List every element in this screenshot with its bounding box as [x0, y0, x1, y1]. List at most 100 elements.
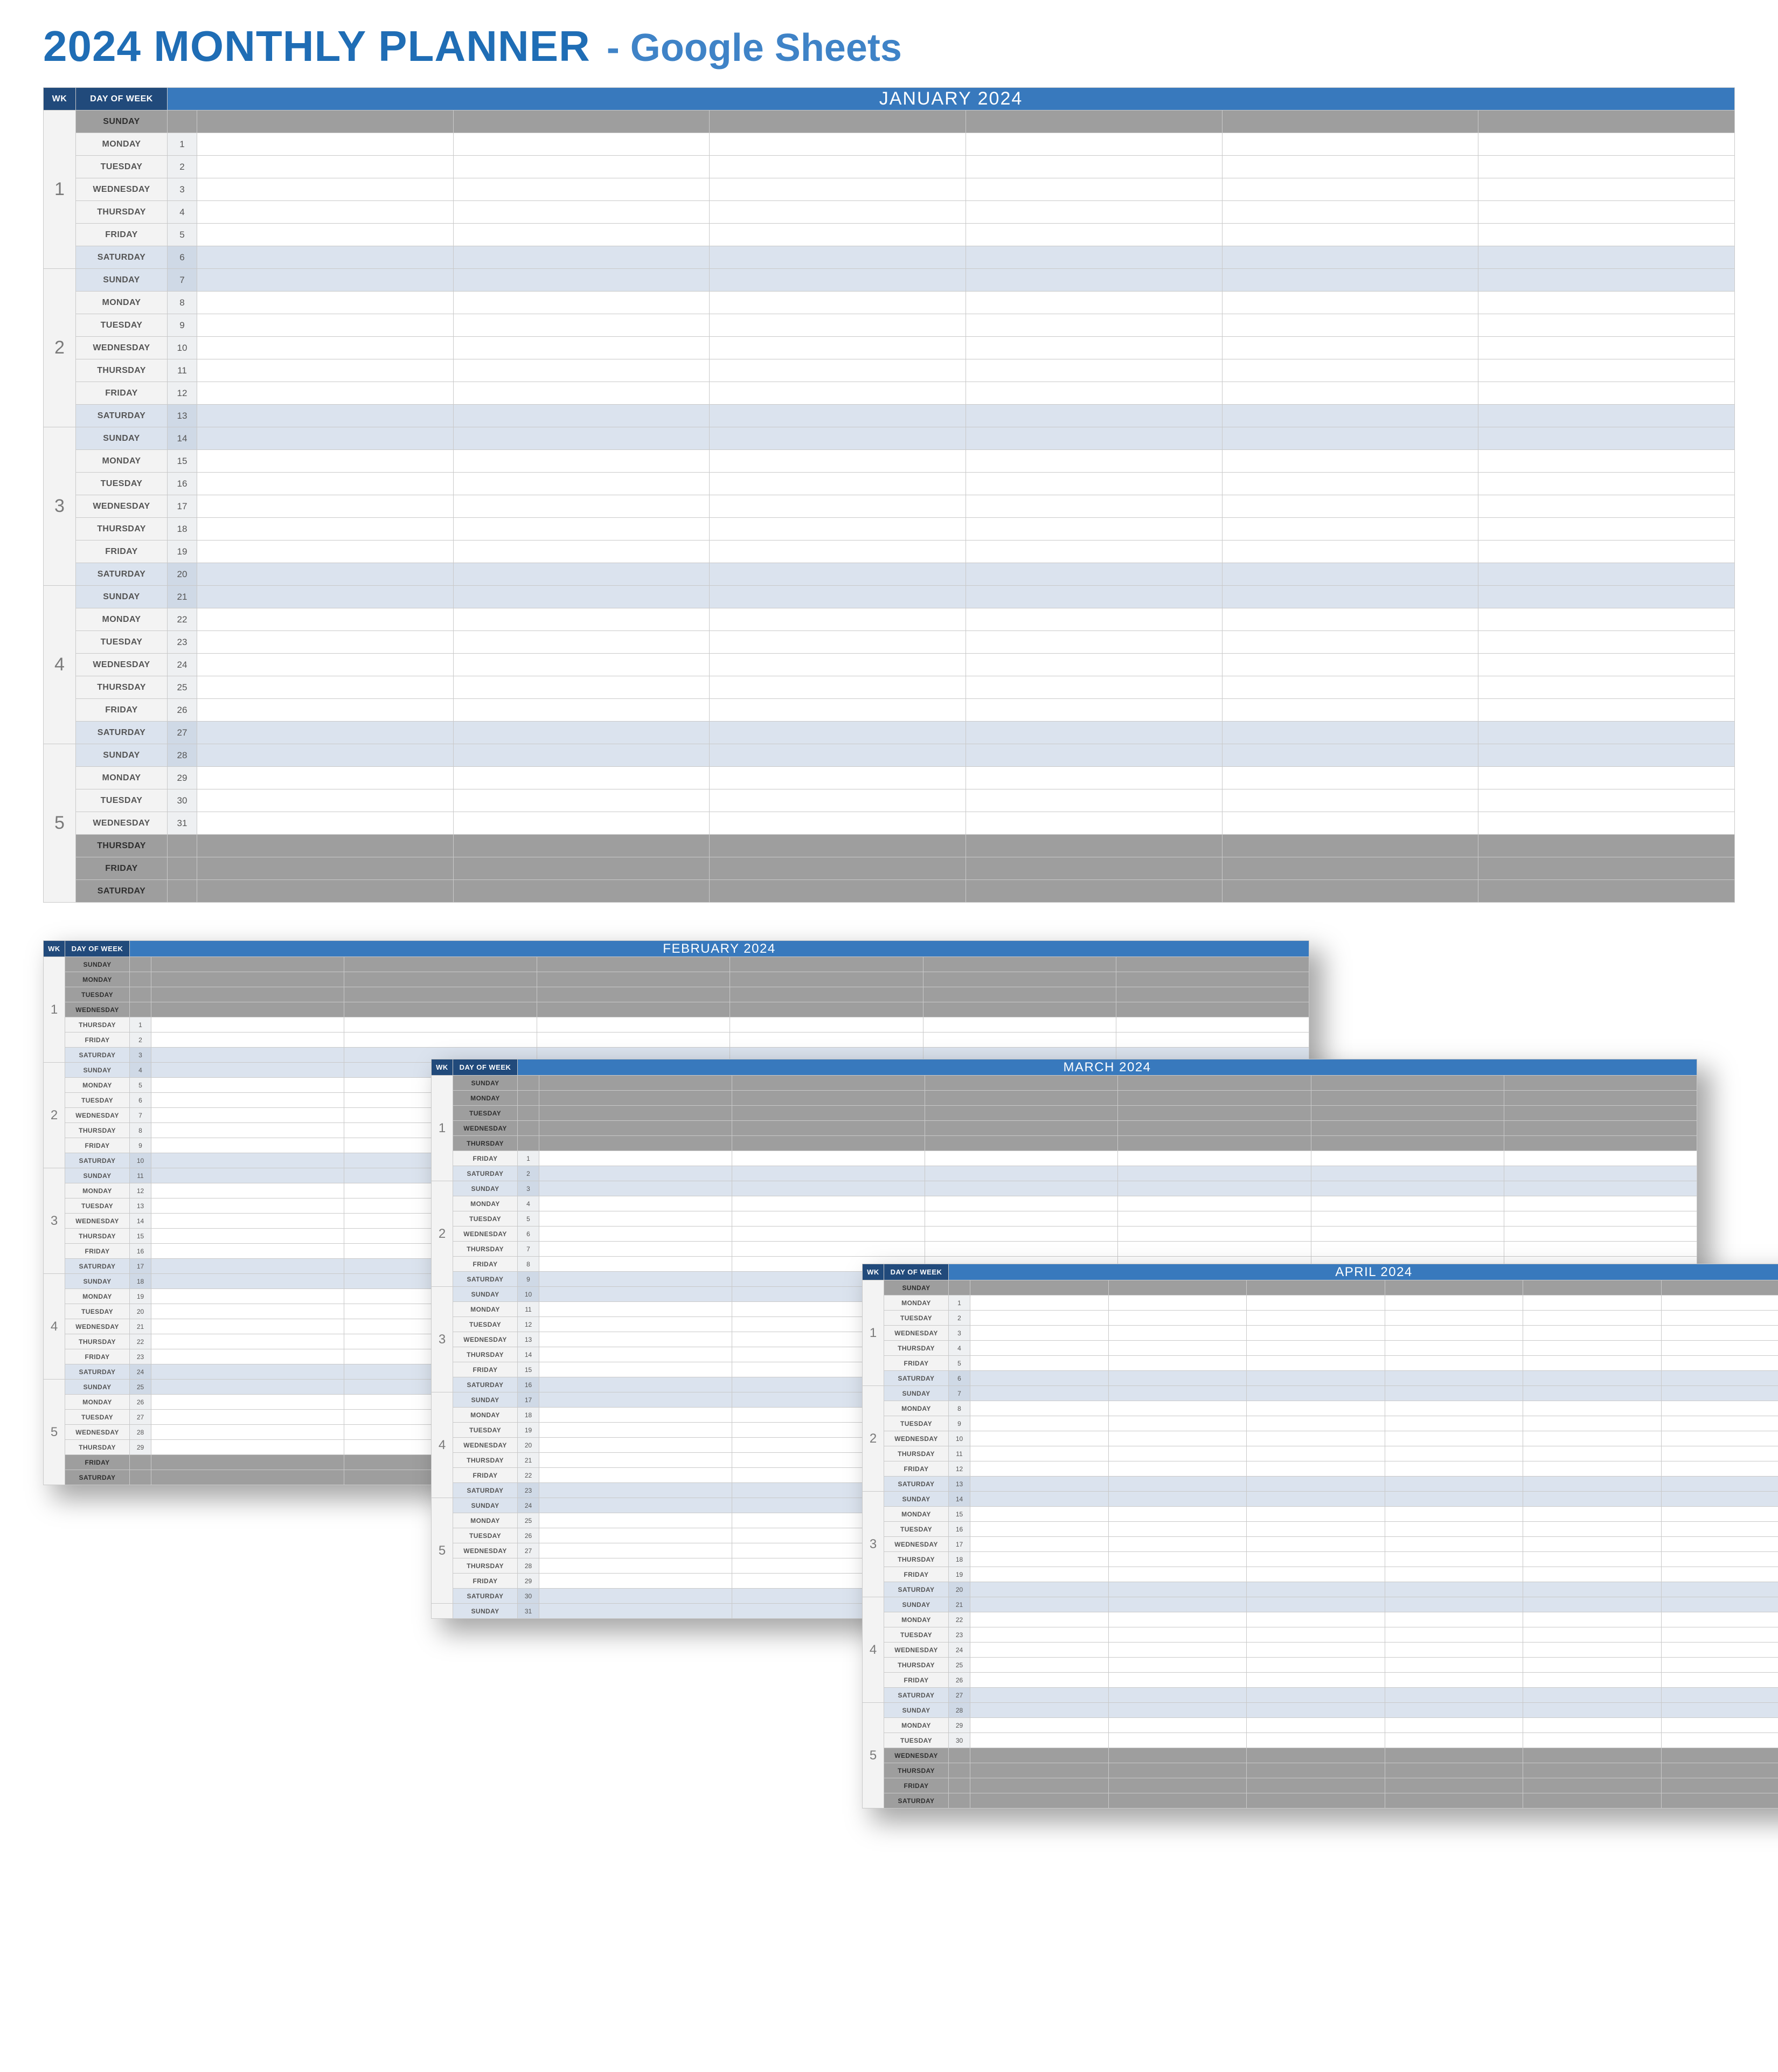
planner-slot[interactable] — [1523, 1793, 1662, 1808]
planner-slot[interactable] — [966, 133, 1222, 156]
planner-slot[interactable] — [1311, 1091, 1504, 1106]
planner-slot[interactable] — [1523, 1673, 1662, 1688]
planner-slot[interactable] — [1247, 1311, 1385, 1326]
planner-slot[interactable] — [1247, 1612, 1385, 1627]
planner-slot[interactable] — [1222, 835, 1478, 857]
planner-slot[interactable] — [966, 835, 1222, 857]
planner-slot[interactable] — [710, 880, 966, 903]
planner-slot[interactable] — [1247, 1371, 1385, 1386]
planner-slot[interactable] — [710, 835, 966, 857]
planner-slot[interactable] — [710, 450, 966, 473]
planner-slot[interactable] — [966, 359, 1222, 382]
planner-slot[interactable] — [1478, 337, 1735, 359]
planner-slot[interactable] — [1222, 812, 1478, 835]
planner-slot[interactable] — [1523, 1627, 1662, 1643]
planner-slot[interactable] — [1661, 1612, 1778, 1627]
planner-slot[interactable] — [1222, 405, 1478, 427]
planner-slot[interactable] — [1385, 1748, 1523, 1763]
planner-slot[interactable] — [710, 540, 966, 563]
planner-slot[interactable] — [970, 1658, 1109, 1673]
planner-slot[interactable] — [537, 957, 730, 972]
planner-slot[interactable] — [970, 1446, 1109, 1461]
planner-slot[interactable] — [1523, 1597, 1662, 1612]
planner-slot[interactable] — [453, 405, 710, 427]
planner-slot[interactable] — [966, 518, 1222, 540]
planner-slot[interactable] — [197, 563, 454, 586]
planner-slot[interactable] — [1385, 1763, 1523, 1778]
planner-slot[interactable] — [539, 1438, 732, 1453]
planner-slot[interactable] — [453, 133, 710, 156]
planner-slot[interactable] — [1523, 1295, 1662, 1311]
planner-slot[interactable] — [151, 1380, 344, 1395]
planner-slot[interactable] — [710, 767, 966, 789]
planner-slot[interactable] — [1222, 631, 1478, 654]
planner-slot[interactable] — [1661, 1643, 1778, 1658]
planner-slot[interactable] — [710, 201, 966, 224]
planner-slot[interactable] — [1385, 1431, 1523, 1446]
planner-slot[interactable] — [197, 314, 454, 337]
planner-slot[interactable] — [970, 1416, 1109, 1431]
planner-slot[interactable] — [151, 957, 344, 972]
planner-slot[interactable] — [151, 1048, 344, 1063]
planner-slot[interactable] — [539, 1272, 732, 1287]
planner-slot[interactable] — [966, 450, 1222, 473]
planner-slot[interactable] — [1108, 1356, 1247, 1371]
planner-slot[interactable] — [732, 1136, 925, 1151]
planner-slot[interactable] — [1385, 1356, 1523, 1371]
planner-slot[interactable] — [1108, 1793, 1247, 1808]
planner-slot[interactable] — [453, 178, 710, 201]
planner-slot[interactable] — [1247, 1477, 1385, 1492]
planner-slot[interactable] — [1108, 1416, 1247, 1431]
planner-slot[interactable] — [1523, 1658, 1662, 1673]
planner-slot[interactable] — [151, 1440, 344, 1455]
planner-slot[interactable] — [197, 518, 454, 540]
planner-slot[interactable] — [1478, 224, 1735, 246]
planner-slot[interactable] — [1478, 359, 1735, 382]
planner-slot[interactable] — [539, 1347, 732, 1362]
planner-slot[interactable] — [1661, 1748, 1778, 1763]
planner-slot[interactable] — [966, 722, 1222, 744]
planner-slot[interactable] — [1661, 1386, 1778, 1401]
planner-slot[interactable] — [1661, 1688, 1778, 1703]
planner-slot[interactable] — [1116, 972, 1309, 987]
planner-slot[interactable] — [710, 789, 966, 812]
planner-slot[interactable] — [1247, 1718, 1385, 1733]
planner-slot[interactable] — [1108, 1567, 1247, 1582]
planner-slot[interactable] — [344, 1017, 537, 1032]
planner-slot[interactable] — [197, 382, 454, 405]
planner-slot[interactable] — [1247, 1763, 1385, 1778]
planner-slot[interactable] — [197, 405, 454, 427]
planner-slot[interactable] — [732, 1166, 925, 1181]
planner-slot[interactable] — [966, 337, 1222, 359]
planner-slot[interactable] — [1108, 1718, 1247, 1733]
planner-slot[interactable] — [1385, 1643, 1523, 1658]
planner-slot[interactable] — [1222, 563, 1478, 586]
planner-slot[interactable] — [1116, 1032, 1309, 1048]
planner-slot[interactable] — [197, 156, 454, 178]
planner-slot[interactable] — [1661, 1446, 1778, 1461]
planner-slot[interactable] — [1385, 1522, 1523, 1537]
planner-slot[interactable] — [151, 972, 344, 987]
planner-slot[interactable] — [1523, 1492, 1662, 1507]
planner-slot[interactable] — [1247, 1401, 1385, 1416]
planner-slot[interactable] — [1108, 1582, 1247, 1597]
planner-slot[interactable] — [151, 1259, 344, 1274]
planner-slot[interactable] — [925, 1076, 1118, 1091]
planner-slot[interactable] — [344, 972, 537, 987]
planner-slot[interactable] — [1523, 1718, 1662, 1733]
planner-slot[interactable] — [1523, 1507, 1662, 1522]
planner-slot[interactable] — [970, 1733, 1109, 1748]
planner-slot[interactable] — [966, 269, 1222, 292]
planner-slot[interactable] — [151, 987, 344, 1002]
planner-slot[interactable] — [710, 495, 966, 518]
planner-slot[interactable] — [1222, 292, 1478, 314]
planner-slot[interactable] — [710, 744, 966, 767]
planner-slot[interactable] — [970, 1280, 1109, 1295]
planner-slot[interactable] — [453, 789, 710, 812]
planner-slot[interactable] — [925, 1166, 1118, 1181]
planner-slot[interactable] — [1118, 1166, 1311, 1181]
planner-slot[interactable] — [539, 1468, 732, 1483]
planner-slot[interactable] — [1661, 1718, 1778, 1733]
planner-slot[interactable] — [1523, 1582, 1662, 1597]
planner-slot[interactable] — [1661, 1326, 1778, 1341]
